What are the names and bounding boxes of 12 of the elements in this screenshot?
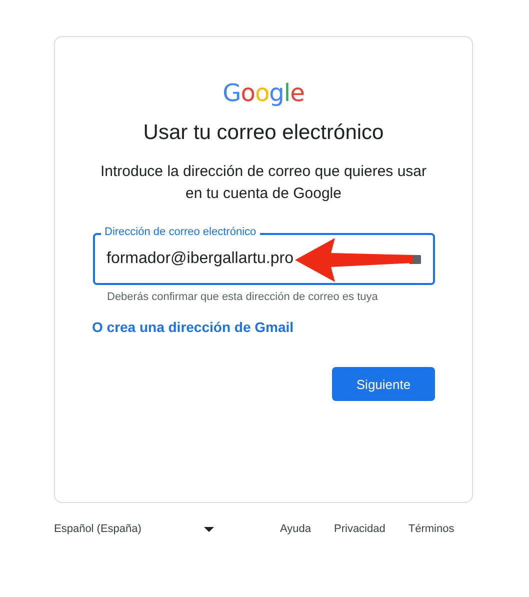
create-gmail-link[interactable]: O crea una dirección de Gmail bbox=[92, 319, 294, 335]
subtitle: Introduce la dirección de correo que quieres usar en tu cuenta de Google bbox=[99, 162, 428, 204]
dropdown-caret-icon[interactable] bbox=[204, 526, 214, 532]
field-value: formador@ibergallartu.pro bbox=[106, 250, 294, 268]
footer-link[interactable]: Privacidad bbox=[334, 523, 386, 535]
logo: Google bbox=[222, 79, 304, 107]
page-title: Usar tu correo electrónico bbox=[143, 121, 384, 145]
footer-link[interactable]: Ayuda bbox=[280, 523, 311, 535]
footer-link[interactable]: Términos bbox=[408, 523, 454, 535]
helper-text: Deberás confirmar que esta dirección de correo es tuya bbox=[107, 291, 378, 303]
language-select[interactable]: Español (España) bbox=[54, 523, 204, 535]
next-button[interactable]: Siguiente bbox=[332, 367, 435, 401]
